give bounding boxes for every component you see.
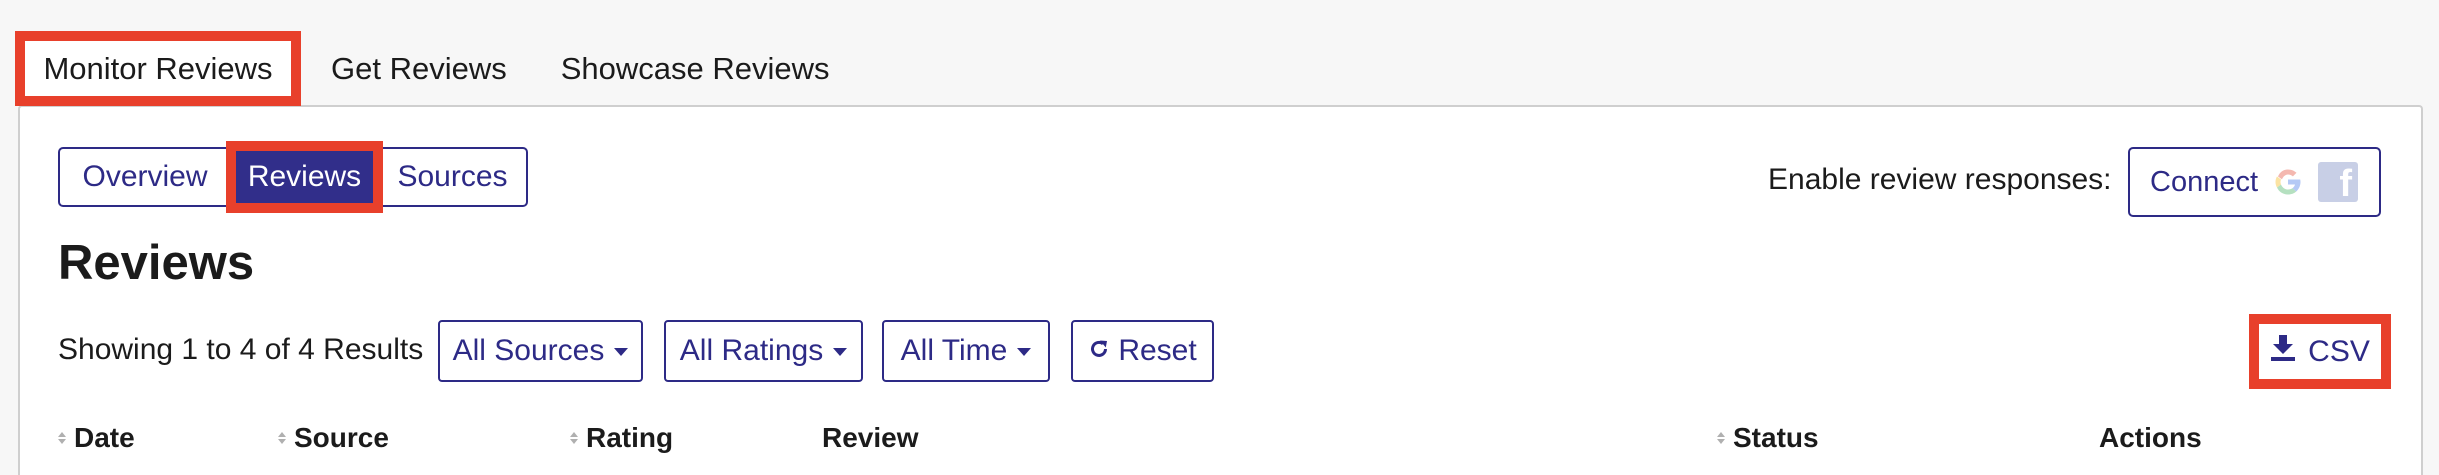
- column-date-label: Date: [74, 422, 135, 453]
- google-icon: [2270, 164, 2306, 200]
- column-header-date[interactable]: Date: [58, 422, 135, 454]
- facebook-icon: [2318, 162, 2359, 206]
- subtab-overview[interactable]: Overview: [58, 147, 230, 207]
- reset-label: Reset: [1118, 334, 1197, 367]
- subtab-sources[interactable]: Sources: [379, 147, 528, 207]
- results-count: Showing 1 to 4 of 4 Results: [58, 333, 424, 366]
- caret-down-icon: [833, 348, 848, 356]
- tab-get-reviews[interactable]: Get Reviews: [305, 31, 533, 106]
- tab-monitor-reviews[interactable]: Monitor Reviews: [15, 31, 301, 106]
- column-status-label: Status: [1733, 422, 1819, 453]
- column-header-review: Review: [822, 422, 919, 454]
- tab-get-reviews-label: Get Reviews: [331, 50, 507, 86]
- top-tab-bar: Monitor Reviews Get Reviews Showcase Rev…: [15, 31, 858, 106]
- column-header-actions: Actions: [2099, 422, 2202, 454]
- reset-button[interactable]: Reset: [1071, 320, 1214, 382]
- tab-showcase-reviews[interactable]: Showcase Reviews: [533, 31, 858, 106]
- reviews-table-header: Date Source Rating Review Status Actions: [0, 418, 2439, 455]
- connect-button-label: Connect: [2150, 165, 2259, 198]
- all-sources-dropdown[interactable]: All Sources: [438, 320, 643, 382]
- connect-button[interactable]: Connect: [2128, 147, 2381, 217]
- subtab-reviews[interactable]: Reviews: [226, 141, 383, 213]
- subtab-overview-label: Overview: [82, 160, 208, 193]
- sort-icon: [58, 432, 66, 444]
- column-header-source[interactable]: Source: [278, 422, 389, 454]
- subtab-reviews-label: Reviews: [247, 160, 362, 193]
- column-header-status[interactable]: Status: [1717, 422, 1819, 454]
- column-actions-label: Actions: [2099, 422, 2202, 453]
- tab-showcase-reviews-label: Showcase Reviews: [560, 50, 830, 86]
- column-rating-label: Rating: [586, 422, 674, 453]
- csv-label: CSV: [2308, 334, 2370, 368]
- column-header-rating[interactable]: Rating: [570, 422, 673, 454]
- csv-export-button[interactable]: CSV: [2249, 314, 2391, 389]
- sub-tab-group: Overview Reviews Sources: [58, 141, 528, 213]
- column-source-label: Source: [294, 422, 389, 453]
- caret-down-icon: [614, 348, 629, 356]
- column-review-label: Review: [822, 422, 919, 453]
- sort-icon: [1717, 432, 1725, 444]
- page-title: Reviews: [58, 236, 255, 290]
- subtab-sources-label: Sources: [397, 160, 508, 193]
- sort-icon: [278, 432, 286, 444]
- tab-monitor-reviews-label: Monitor Reviews: [43, 50, 273, 86]
- enable-responses-label: Enable review responses:: [1768, 163, 2112, 196]
- caret-down-icon: [1017, 348, 1032, 356]
- all-time-dropdown[interactable]: All Time: [882, 320, 1050, 382]
- refresh-icon: [1088, 334, 1110, 368]
- all-ratings-label: All Ratings: [679, 334, 824, 367]
- all-time-label: All Time: [900, 334, 1008, 367]
- all-ratings-dropdown[interactable]: All Ratings: [664, 320, 863, 382]
- sort-icon: [570, 432, 578, 444]
- all-sources-label: All Sources: [452, 334, 605, 367]
- download-icon: [2270, 334, 2296, 370]
